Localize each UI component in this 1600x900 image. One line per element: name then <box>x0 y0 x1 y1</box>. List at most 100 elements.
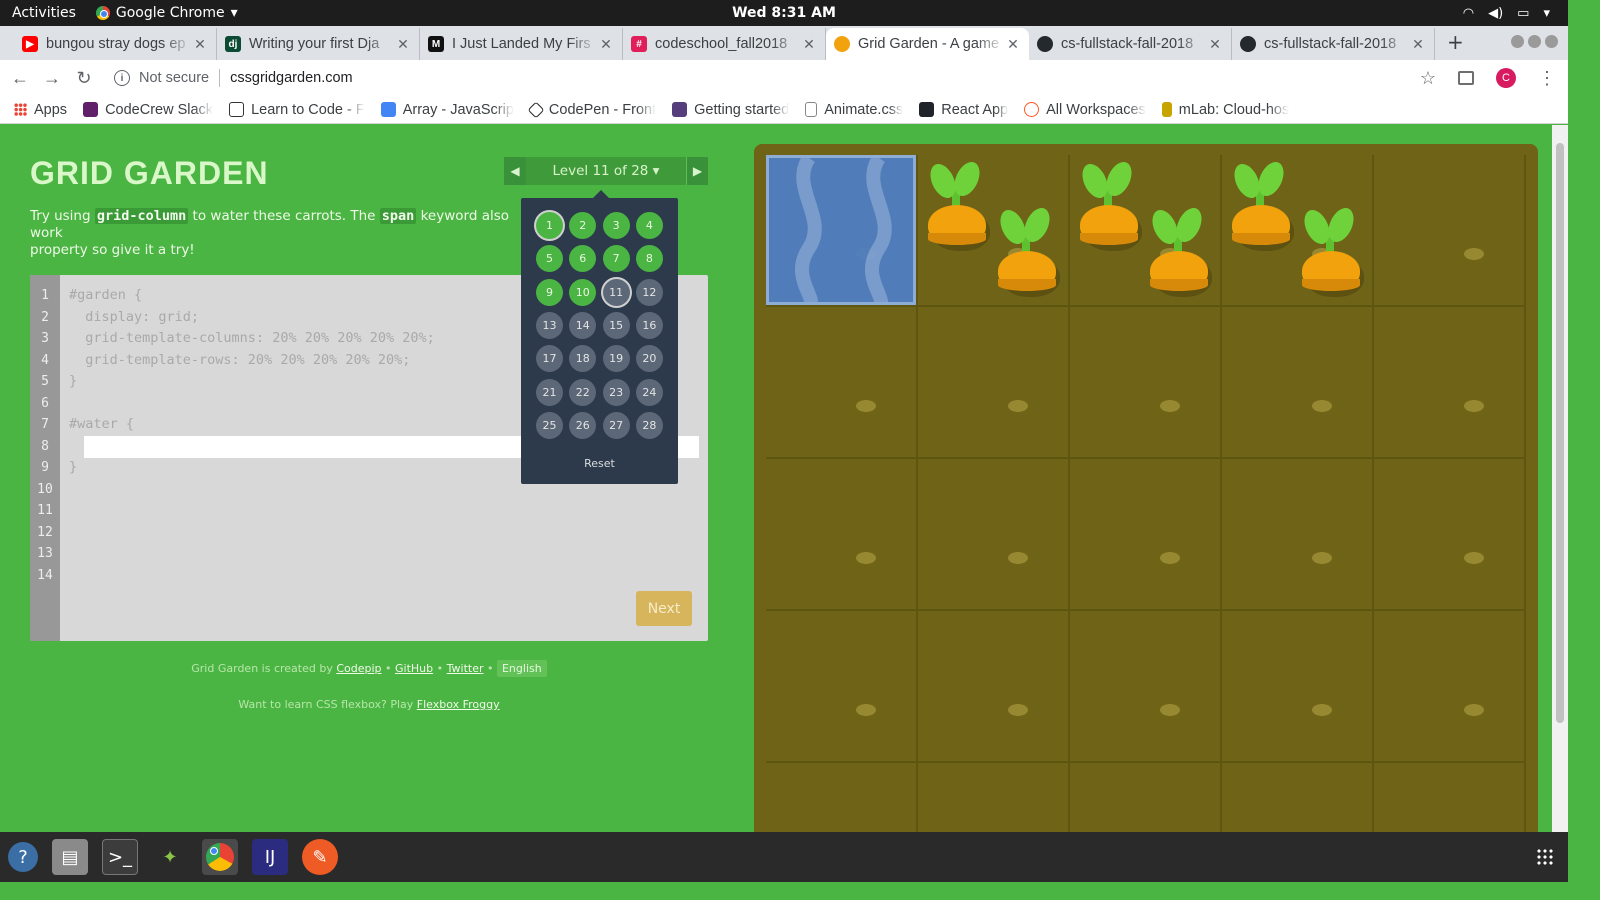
system-tray[interactable]: ◠ ◀) ▭ ▾ <box>1463 6 1550 21</box>
close-icon[interactable]: ✕ <box>1005 36 1021 53</box>
level-21-button[interactable]: 21 <box>536 378 563 406</box>
browser-tab[interactable]: # codeschool_fall2018 ✕ <box>623 28 826 60</box>
files-icon[interactable]: ▤ <box>52 839 88 875</box>
level-3-button[interactable]: 3 <box>602 212 630 239</box>
security-label: Not secure <box>139 70 210 86</box>
back-button[interactable]: ← <box>4 68 36 89</box>
level-22-button[interactable]: 22 <box>569 378 597 406</box>
level-18-button[interactable]: 18 <box>569 345 597 373</box>
profile-avatar[interactable]: C <box>1496 68 1516 88</box>
reload-button[interactable]: ↻ <box>68 68 100 89</box>
url-text[interactable]: cssgridgarden.com <box>230 70 353 86</box>
carrot-root <box>1232 205 1290 245</box>
previous-level-button[interactable]: ◀ <box>504 157 526 185</box>
bookmark-star-icon[interactable]: ☆ <box>1420 68 1436 89</box>
close-icon[interactable]: ✕ <box>801 36 817 53</box>
level-23-button[interactable]: 23 <box>602 378 630 406</box>
level-2-button[interactable]: 2 <box>569 212 597 239</box>
browser-tab[interactable]: cs-fullstack-fall-2018 ✕ <box>1029 28 1232 60</box>
close-icon[interactable]: ✕ <box>1410 36 1426 53</box>
close-icon[interactable]: ✕ <box>1207 36 1223 53</box>
level-11-button[interactable]: 11 <box>602 278 630 306</box>
app-menu[interactable]: Google Chrome ▾ <box>95 5 238 21</box>
reset-button[interactable]: Reset <box>521 457 678 470</box>
help-icon[interactable]: ? <box>8 842 38 872</box>
browser-tab[interactable]: M I Just Landed My Firs ✕ <box>420 28 623 60</box>
browser-tab[interactable]: cs-fullstack-fall-2018 ✕ <box>1232 28 1435 60</box>
level-25-button[interactable]: 25 <box>536 411 563 439</box>
browser-tab-active[interactable]: Grid Garden - A game ✕ <box>826 28 1029 60</box>
bookmark-item[interactable]: All Workspaces <box>1024 102 1146 118</box>
bookmark-item[interactable]: mLab: Cloud-hos <box>1161 102 1289 118</box>
level-26-button[interactable]: 26 <box>569 411 597 439</box>
level-5-button[interactable]: 5 <box>536 245 563 273</box>
app-menu-label: Google Chrome <box>115 5 225 21</box>
level-27-button[interactable]: 27 <box>602 411 630 439</box>
flexbox-froggy-link[interactable]: Flexbox Froggy <box>417 698 500 711</box>
chrome-icon[interactable] <box>202 839 238 875</box>
level-9-button[interactable]: 9 <box>536 278 563 306</box>
divider <box>219 69 221 87</box>
carrot-root <box>1150 251 1208 291</box>
browser-tab[interactable]: dj Writing your first Dja ✕ <box>217 28 420 60</box>
next-button[interactable]: Next <box>636 591 692 626</box>
bookmark-item[interactable]: Animate.css <box>805 102 903 118</box>
level-20-button[interactable]: 20 <box>635 345 663 373</box>
close-window-button[interactable] <box>1545 35 1558 48</box>
extension-icon[interactable] <box>1458 71 1474 85</box>
close-icon[interactable]: ✕ <box>395 36 411 53</box>
level-4-button[interactable]: 4 <box>635 212 663 239</box>
twitter-link[interactable]: Twitter <box>447 662 484 675</box>
maximize-button[interactable] <box>1528 35 1541 48</box>
level-24-button[interactable]: 24 <box>635 378 663 406</box>
level-14-button[interactable]: 14 <box>569 311 597 339</box>
garden-cell <box>918 611 1070 763</box>
grid-garden-page: GRID GARDEN Try using grid-column to wat… <box>0 125 1568 832</box>
close-icon[interactable]: ✕ <box>192 36 208 53</box>
level-indicator[interactable]: Level 11 of 28 ▾ <box>526 163 686 179</box>
bookmark-item[interactable]: Getting started <box>672 102 789 118</box>
minimize-button[interactable] <box>1511 35 1524 48</box>
bookmark-item[interactable]: React App <box>919 102 1008 118</box>
menu-icon[interactable]: ⋮ <box>1538 68 1556 89</box>
clock[interactable]: Wed 8:31 AM <box>732 5 836 21</box>
info-icon[interactable]: i <box>114 70 130 86</box>
code-line: grid-template-rows: 20% 20% 20% 20% 20%; <box>69 351 411 368</box>
level-6-button[interactable]: 6 <box>569 245 597 273</box>
browser-tab[interactable]: ▶ bungou stray dogs ep ✕ <box>14 28 217 60</box>
bookmark-item[interactable]: Array - JavaScrip <box>380 102 514 118</box>
level-17-button[interactable]: 17 <box>536 345 563 373</box>
bookmark-item[interactable]: Learn to Code - F <box>229 102 365 118</box>
android-studio-icon[interactable]: ✦ <box>152 839 188 875</box>
level-15-button[interactable]: 15 <box>602 311 630 339</box>
address-bar[interactable]: i Not secure cssgridgarden.com <box>114 69 353 87</box>
level-7-button[interactable]: 7 <box>602 245 630 273</box>
level-19-button[interactable]: 19 <box>602 345 630 373</box>
close-icon[interactable]: ✕ <box>598 36 614 53</box>
codepip-link[interactable]: Codepip <box>336 662 381 675</box>
browser-toolbar: ← → ↻ i Not secure cssgridgarden.com ☆ C… <box>0 60 1568 96</box>
vertical-scrollbar[interactable] <box>1552 125 1568 832</box>
level-8-button[interactable]: 8 <box>635 245 663 273</box>
level-28-button[interactable]: 28 <box>635 411 663 439</box>
level-16-button[interactable]: 16 <box>635 311 663 339</box>
activities-button[interactable]: Activities <box>12 5 76 21</box>
github-link[interactable]: GitHub <box>395 662 433 675</box>
level-13-button[interactable]: 13 <box>536 311 563 339</box>
level-1-button[interactable]: 1 <box>536 212 563 239</box>
postman-icon[interactable]: ✎ <box>302 839 338 875</box>
show-applications-icon[interactable] <box>1536 848 1554 866</box>
language-selector[interactable]: English <box>496 660 547 677</box>
level-10-button[interactable]: 10 <box>569 278 597 306</box>
level-12-button[interactable]: 12 <box>635 278 663 306</box>
bookmark-apps[interactable]: Apps <box>14 102 67 118</box>
intellij-icon[interactable]: IJ <box>252 839 288 875</box>
carrot-root <box>998 251 1056 291</box>
new-tab-button[interactable]: + <box>1447 30 1464 54</box>
terminal-icon[interactable]: >_ <box>102 839 138 875</box>
bookmark-item[interactable]: CodeCrew Slack <box>83 102 213 118</box>
forward-button[interactable]: → <box>36 68 68 89</box>
scrollbar-thumb[interactable] <box>1556 143 1564 723</box>
bookmark-item[interactable]: CodePen - Front <box>527 101 656 118</box>
next-level-button[interactable]: ▶ <box>686 157 708 185</box>
